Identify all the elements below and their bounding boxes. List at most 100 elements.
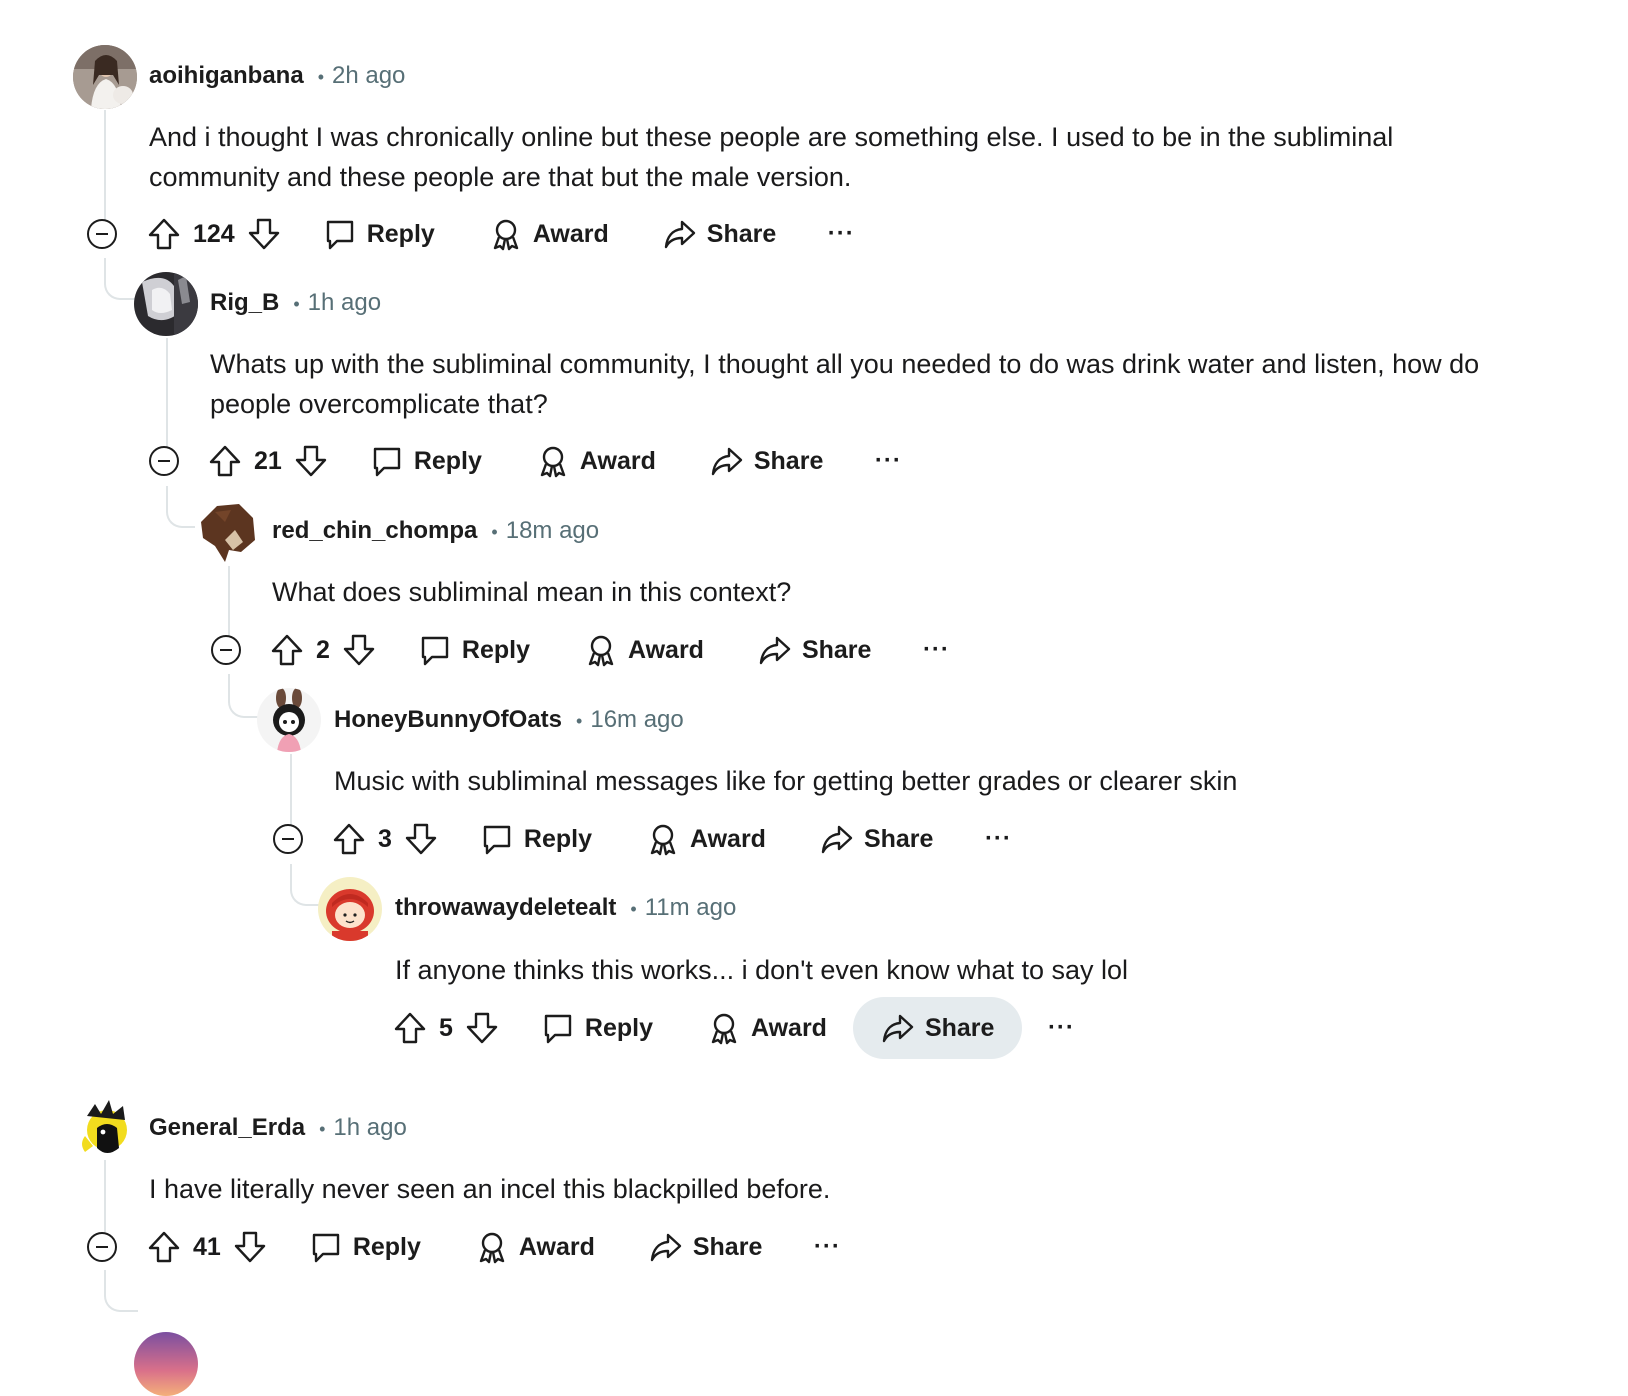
- award-button[interactable]: Award: [518, 430, 674, 492]
- vote-controls: 5: [393, 1011, 499, 1045]
- upvote-icon[interactable]: [332, 822, 366, 856]
- user-avatar[interactable]: [257, 688, 321, 752]
- user-avatar[interactable]: [195, 500, 259, 564]
- comment-icon: [544, 1014, 572, 1044]
- award-button[interactable]: Award: [457, 1216, 613, 1278]
- vote-controls: 2: [270, 633, 376, 667]
- more-options-button[interactable]: ···: [973, 814, 1023, 864]
- comment-body: Music with subliminal messages like for …: [334, 766, 1238, 796]
- user-avatar[interactable]: [134, 1332, 198, 1396]
- comment-actions: 2 Reply Award Share ···: [270, 618, 961, 682]
- award-icon: [588, 635, 614, 667]
- award-icon: [540, 446, 566, 478]
- share-icon: [882, 1014, 914, 1043]
- upvote-icon[interactable]: [147, 217, 181, 251]
- comment-body: If anyone thinks this works... i don't e…: [395, 955, 1129, 985]
- author-name[interactable]: aoihiganbana: [149, 62, 304, 89]
- separator-dot: •: [630, 899, 637, 919]
- share-button[interactable]: Share: [692, 430, 841, 492]
- downvote-icon[interactable]: [465, 1011, 499, 1045]
- vote-controls: 41: [147, 1230, 267, 1264]
- author-name[interactable]: throwawaydeletealt: [395, 894, 616, 921]
- share-button[interactable]: Share: [852, 997, 1023, 1059]
- timestamp[interactable]: 16m ago: [590, 706, 683, 733]
- author-name[interactable]: red_chin_chompa: [272, 517, 477, 544]
- award-button[interactable]: Award: [689, 997, 845, 1059]
- vote-score: 124: [193, 219, 235, 248]
- award-icon: [711, 1013, 737, 1045]
- downvote-icon[interactable]: [247, 217, 281, 251]
- thread-line: [166, 338, 168, 448]
- upvote-icon[interactable]: [393, 1011, 427, 1045]
- share-button[interactable]: Share: [740, 619, 889, 681]
- more-options-button[interactable]: ···: [802, 1222, 852, 1272]
- vote-score: 41: [193, 1232, 221, 1261]
- vote-controls: 124: [147, 217, 281, 251]
- more-options-button[interactable]: ···: [863, 436, 913, 486]
- award-button[interactable]: Award: [566, 619, 722, 681]
- vote-controls: 21: [208, 444, 328, 478]
- vote-score: 2: [316, 635, 330, 664]
- timestamp[interactable]: 11m ago: [645, 894, 737, 921]
- author-name[interactable]: General_Erda: [149, 1114, 305, 1141]
- comment-icon: [326, 220, 353, 250]
- thread-line: [290, 754, 292, 826]
- comment-body: Whats up with the subliminal community, …: [210, 349, 1480, 419]
- timestamp[interactable]: 18m ago: [506, 517, 599, 544]
- award-icon: [493, 219, 519, 251]
- separator-dot: •: [491, 522, 498, 542]
- comment-actions: 5 Reply Award Share ···: [393, 996, 1086, 1060]
- comment-icon: [373, 447, 401, 477]
- comment-icon: [483, 825, 511, 855]
- upvote-icon[interactable]: [208, 444, 242, 478]
- comment-body: I have literally never seen an incel thi…: [149, 1174, 831, 1204]
- more-options-button[interactable]: ···: [816, 209, 866, 259]
- collapse-button[interactable]: [273, 824, 303, 854]
- comment-actions: 3 Reply Award Share ···: [332, 807, 1023, 871]
- downvote-icon[interactable]: [233, 1230, 267, 1264]
- share-icon: [821, 825, 853, 854]
- author-name[interactable]: HoneyBunnyOfOats: [334, 706, 562, 733]
- reply-button[interactable]: Reply: [462, 808, 610, 870]
- more-options-button[interactable]: ···: [1036, 1003, 1086, 1053]
- award-button[interactable]: Award: [628, 808, 784, 870]
- more-options-button[interactable]: ···: [911, 625, 961, 675]
- collapse-button[interactable]: [87, 1232, 117, 1262]
- share-button[interactable]: Share: [631, 1216, 780, 1278]
- share-button[interactable]: Share: [802, 808, 951, 870]
- collapse-button[interactable]: [87, 219, 117, 249]
- separator-dot: •: [576, 711, 583, 731]
- reply-button[interactable]: Reply: [291, 1216, 439, 1278]
- collapse-button[interactable]: [149, 446, 179, 476]
- downvote-icon[interactable]: [342, 633, 376, 667]
- thread-line: [104, 1160, 106, 1232]
- downvote-icon[interactable]: [404, 822, 438, 856]
- timestamp[interactable]: 2h ago: [332, 62, 405, 89]
- timestamp[interactable]: 1h ago: [308, 289, 381, 316]
- reply-button[interactable]: Reply: [352, 430, 500, 492]
- timestamp[interactable]: 1h ago: [333, 1114, 406, 1141]
- reply-button[interactable]: Reply: [400, 619, 548, 681]
- comment-actions: 41 Reply Award Share ···: [147, 1215, 852, 1279]
- share-icon: [664, 220, 695, 249]
- downvote-icon[interactable]: [294, 444, 328, 478]
- vote-score: 21: [254, 446, 282, 475]
- share-icon: [650, 1233, 682, 1262]
- upvote-icon[interactable]: [147, 1230, 181, 1264]
- comment-icon: [312, 1233, 340, 1263]
- user-avatar[interactable]: [73, 1096, 137, 1160]
- comment-icon: [421, 636, 449, 666]
- vote-score: 5: [439, 1013, 453, 1042]
- user-avatar[interactable]: [73, 45, 137, 109]
- user-avatar[interactable]: [318, 877, 382, 941]
- upvote-icon[interactable]: [270, 633, 304, 667]
- user-avatar[interactable]: [134, 272, 198, 336]
- award-button[interactable]: Award: [471, 203, 627, 265]
- author-name[interactable]: Rig_B: [210, 289, 279, 316]
- comment-body: What does subliminal mean in this contex…: [272, 577, 792, 607]
- separator-dot: •: [319, 1119, 326, 1139]
- share-button[interactable]: Share: [645, 203, 794, 265]
- collapse-button[interactable]: [211, 635, 241, 665]
- reply-button[interactable]: Reply: [523, 997, 671, 1059]
- reply-button[interactable]: Reply: [305, 203, 453, 265]
